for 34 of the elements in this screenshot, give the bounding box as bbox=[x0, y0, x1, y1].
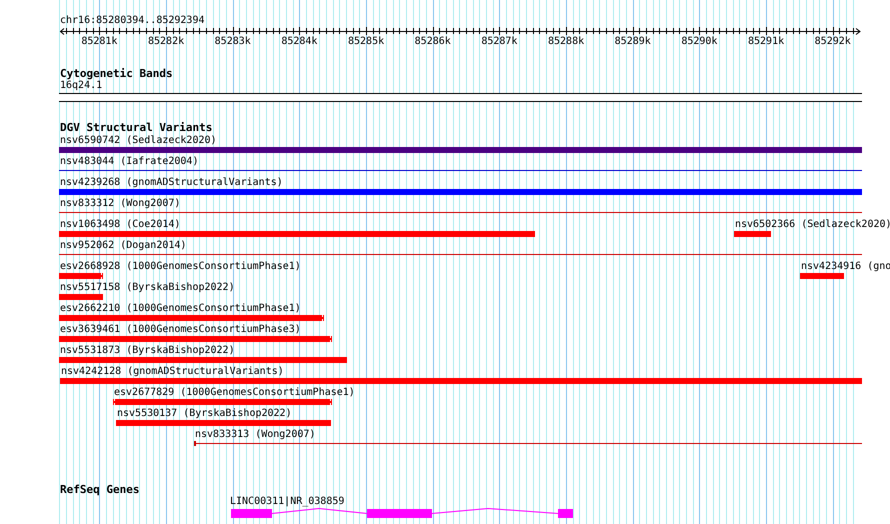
feature-label: esv2668928 (1000GenomesConsortiumPhase1) bbox=[60, 261, 301, 273]
track-title: DGV Structural Variants bbox=[60, 121, 212, 134]
track-title: RefSeq Genes bbox=[60, 483, 140, 496]
ruler-label: 85281k bbox=[81, 36, 118, 48]
ruler-label: 85284k bbox=[281, 36, 318, 48]
feature-label: esv2677829 (1000GenomesConsortiumPhase1) bbox=[114, 387, 355, 399]
cytoband-label: 16q24.1 bbox=[60, 80, 102, 91]
ruler-label: 85282k bbox=[148, 36, 184, 48]
feature-label: nsv6502366 (Sedlazeck2020) bbox=[735, 219, 890, 231]
ruler-label: 85285k bbox=[348, 36, 384, 48]
feature-label: nsv1063498 (Coe2014) bbox=[60, 219, 180, 231]
feature-label: nsv5530137 (ByrskaBishop2022) bbox=[117, 408, 292, 420]
ruler-label: 85289k bbox=[614, 36, 651, 48]
feature-label: nsv833312 (Wong2007) bbox=[60, 198, 180, 210]
ruler-label: 85283k bbox=[214, 36, 251, 48]
feature-label: esv2662210 (1000GenomesConsortiumPhase1) bbox=[60, 303, 301, 315]
feature-label: nsv5517158 (ByrskaBishop2022) bbox=[60, 282, 235, 294]
feature-label: nsv483044 (Iafrate2004) bbox=[60, 156, 198, 168]
ruler-label: 85291k bbox=[748, 36, 784, 48]
ruler-label: 85290k bbox=[681, 36, 718, 48]
track-title: Cytogenetic Bands bbox=[60, 67, 173, 80]
feature-label: nsv4239268 (gnomADStructuralVariants) bbox=[60, 177, 283, 189]
ruler-label: 85286k bbox=[414, 36, 451, 48]
feature-label: nsv4242128 (gnomADStructuralVariants) bbox=[61, 366, 284, 378]
feature-label: nsv833313 (Wong2007) bbox=[195, 429, 316, 441]
feature-label: nsv5531873 (ByrskaBishop2022) bbox=[60, 345, 235, 357]
feature-label: nsv952062 (Dogan2014) bbox=[60, 240, 186, 252]
feature-label: esv3639461 (1000GenomesConsortiumPhase3) bbox=[60, 324, 301, 336]
location-label: chr16:85280394..85292394 bbox=[60, 15, 204, 26]
feature-label: nsv6590742 (Sedlazeck2020) bbox=[60, 135, 217, 147]
ruler-label: 85287k bbox=[481, 36, 518, 48]
gene-label: LINC00311|NR_038859 bbox=[230, 496, 344, 508]
ruler-label: 85288k bbox=[548, 36, 584, 48]
ruler-label: 85292k bbox=[814, 36, 851, 48]
